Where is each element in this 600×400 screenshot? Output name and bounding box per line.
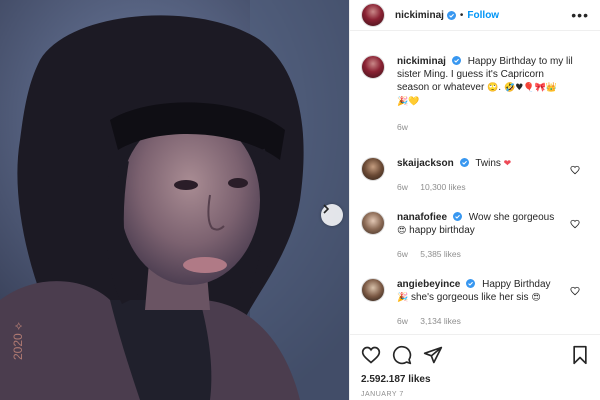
comment-emoji: 😍 [531,293,541,303]
caption-emojis: 🙄. 🤣♥🎈🎀👑 [487,83,557,93]
avatar[interactable] [361,157,385,181]
avatar[interactable] [361,3,385,27]
comment-text-line2: she's gorgeous like her sis [411,292,529,303]
share-paper-plane-icon[interactable] [423,345,443,365]
comment-item: angiebeyince Happy Birthday 🎉 she's gorg… [361,278,590,328]
photo-watermark: 2020 ⟡ [11,322,25,360]
comment-like-heart-icon[interactable] [570,165,580,175]
comment-item: skaijackson Twins ❤ 6w 10,300 likes [361,157,590,194]
comment-text-line2: happy birthday [409,225,475,236]
chevron-right-icon [323,204,330,214]
post-date[interactable]: JANUARY 7 [361,391,590,398]
comment-time[interactable]: 6w [397,249,408,259]
comment-bubble-icon[interactable] [392,345,412,365]
post-photo[interactable]: 2020 ⟡ [0,0,349,400]
avatar[interactable] [361,211,385,235]
caption-time[interactable]: 6w [397,122,408,132]
next-photo-button[interactable] [321,204,343,226]
caption-emojis-line2: 🎉💛 [397,97,420,107]
verified-badge-icon [459,158,469,167]
comment-text: Twins [475,158,501,169]
verified-badge-icon [446,10,456,20]
comment-text: Wow she gorgeous [468,212,555,223]
like-heart-icon[interactable] [361,345,381,365]
verified-badge-icon [453,212,463,221]
comment-text: Happy Birthday [482,279,551,290]
comment-likes[interactable]: 5,385 likes [420,249,461,259]
verified-badge-icon [466,279,476,288]
follow-button[interactable]: Follow [467,10,499,21]
post-header: nickiminaj • Follow ••• [350,0,600,31]
caption: nickiminaj Happy Birthday to my lil sist… [361,32,590,134]
avatar[interactable] [361,278,385,302]
comment-username[interactable]: angiebeyince [397,279,460,290]
comment-username[interactable]: nanafofiee [397,212,447,223]
comment-item: nanafofiee Wow she gorgeous 😍 happy birt… [361,211,590,261]
post-panel: nickiminaj • Follow ••• nickiminaj Happy… [349,0,600,400]
comment-likes[interactable]: 3,134 likes [420,316,461,326]
comment-time[interactable]: 6w [397,182,408,192]
post-likes-count[interactable]: 2.592.187 likes [361,374,590,385]
comment-like-heart-icon[interactable] [570,286,580,296]
header-username[interactable]: nickiminaj [395,10,444,21]
comment-time[interactable]: 6w [397,316,408,326]
comments-section: nickiminaj Happy Birthday to my lil sist… [350,32,600,334]
verified-badge-icon [451,56,461,65]
avatar[interactable] [361,55,385,79]
bookmark-save-icon[interactable] [570,345,590,365]
photo-illustration: 2020 ⟡ [0,0,349,400]
caption-username[interactable]: nickiminaj [397,56,446,67]
comment-like-heart-icon[interactable] [570,219,580,229]
post-actions: 2.592.187 likes JANUARY 7 [350,334,600,400]
comment-emoji: ❤ [503,159,512,169]
more-options-icon[interactable]: ••• [571,8,589,22]
separator-dot: • [459,9,464,21]
comment-likes[interactable]: 10,300 likes [420,182,465,192]
comment-emoji: 😍 [397,226,407,236]
comment-username[interactable]: skaijackson [397,158,454,169]
comment-emoji-lead: 🎉 [397,293,409,303]
